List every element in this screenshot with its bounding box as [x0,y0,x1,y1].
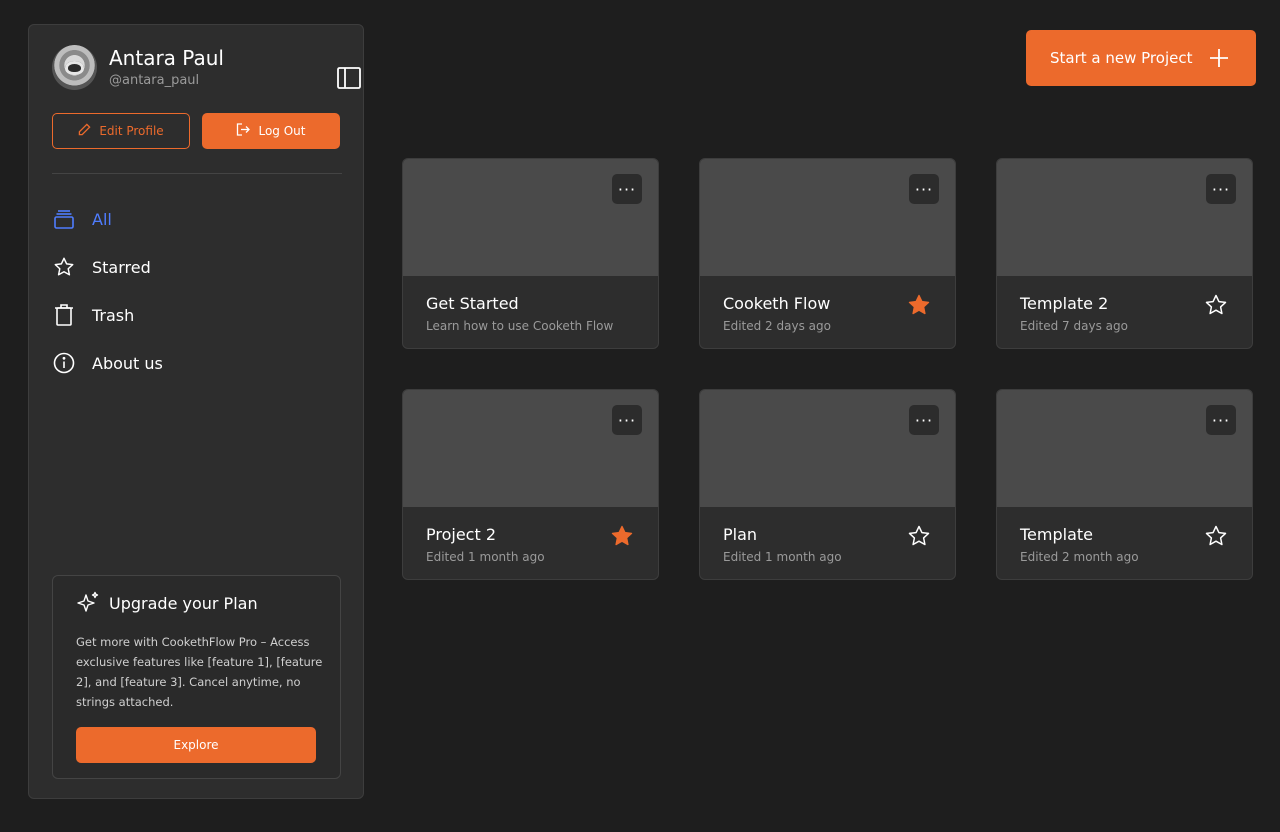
project-subtitle: Edited 7 days ago [1020,319,1128,333]
star-outline-icon[interactable] [1204,293,1228,317]
sidebar-nav: All Starred Trash About us [52,195,342,387]
project-card-cooketh-flow[interactable]: ··· Cooketh Flow Edited 2 days ago [699,158,956,349]
star-filled-icon[interactable] [907,293,931,317]
avatar[interactable] [52,45,97,90]
project-subtitle: Edited 1 month ago [723,550,842,564]
info-icon [52,351,76,375]
more-options-icon[interactable]: ··· [909,174,939,204]
project-subtitle: Learn how to use Cooketh Flow [426,319,614,333]
star-icon [52,255,76,279]
sidebar-item-label: About us [92,353,163,373]
more-options-icon[interactable]: ··· [612,405,642,435]
project-card-project-2[interactable]: ··· Project 2 Edited 1 month ago [402,389,659,580]
user-handle: @antara_paul [109,73,200,88]
sidebar: Antara Paul @antara_paul Edit Profile Lo… [28,24,364,799]
project-title: Plan [723,525,758,544]
more-options-icon[interactable]: ··· [1206,405,1236,435]
project-subtitle: Edited 2 days ago [723,319,831,333]
sidebar-item-about-us[interactable]: About us [52,339,342,387]
log-out-label: Log Out [258,124,306,138]
start-new-project-button[interactable]: Start a new Project [1026,30,1256,86]
logout-icon [236,123,251,139]
sidebar-item-all[interactable]: All [52,195,342,243]
project-title: Get Started [426,294,519,313]
project-title: Cooketh Flow [723,294,831,313]
sparkle-icon [76,591,100,615]
more-options-icon[interactable]: ··· [612,174,642,204]
project-card-template[interactable]: ··· Template Edited 2 month ago [996,389,1253,580]
edit-profile-button[interactable]: Edit Profile [52,113,190,149]
upgrade-description: Get more with CookethFlow Pro – Access e… [76,635,323,709]
stack-icon [52,207,76,231]
sidebar-item-trash[interactable]: Trash [52,291,342,339]
sidebar-toggle-icon[interactable] [337,67,361,89]
project-title: Project 2 [426,525,497,544]
sidebar-item-label: Starred [92,257,151,277]
project-subtitle: Edited 2 month ago [1020,550,1139,564]
star-filled-icon[interactable] [610,524,634,548]
more-options-icon[interactable]: ··· [909,405,939,435]
project-card-template-2[interactable]: ··· Template 2 Edited 7 days ago [996,158,1253,349]
more-options-icon[interactable]: ··· [1206,174,1236,204]
star-outline-icon[interactable] [907,524,931,548]
explore-button[interactable]: Explore [76,727,316,763]
project-title: Template 2 [1020,294,1109,313]
trash-icon [52,303,76,327]
plus-icon [1209,48,1229,68]
project-card-get-started[interactable]: ··· Get Started Learn how to use Cooketh… [402,158,659,349]
sidebar-item-label: All [92,209,112,229]
edit-profile-label: Edit Profile [99,124,164,138]
upgrade-panel: Upgrade your Plan Get more with CookethF… [52,575,341,779]
upgrade-title: Upgrade your Plan [109,594,258,613]
star-outline-icon[interactable] [1204,524,1228,548]
sidebar-item-starred[interactable]: Starred [52,243,342,291]
user-name: Antara Paul [109,46,224,70]
log-out-button[interactable]: Log Out [202,113,340,149]
start-new-project-label: Start a new Project [1050,49,1193,67]
divider [52,173,342,174]
project-title: Template [1020,525,1094,544]
project-card-plan[interactable]: ··· Plan Edited 1 month ago [699,389,956,580]
user-profile: Antara Paul @antara_paul [52,45,361,91]
pencil-icon [78,123,91,139]
sidebar-item-label: Trash [92,305,135,325]
project-subtitle: Edited 1 month ago [426,550,545,564]
